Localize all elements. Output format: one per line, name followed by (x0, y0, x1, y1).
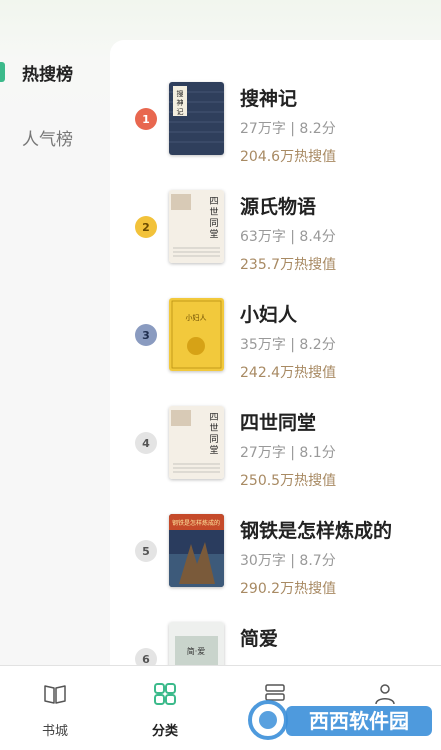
book-meta: 30万字 | 8.7分 (240, 553, 336, 569)
book-meta: 27万字 | 8.1分 (240, 445, 336, 461)
book-title: 搜神记 (240, 88, 298, 110)
tab-bookstore[interactable]: 书城 (0, 666, 110, 750)
rank-badge: 4 (135, 432, 157, 454)
svg-text:世: 世 (209, 206, 218, 218)
book-meta: 27万字 | 8.2分 (240, 121, 336, 137)
book-item[interactable]: 5 钢铁是怎样炼成的 钢铁是怎样炼成的 30万字 | 8.7分 290.2万热搜… (110, 514, 441, 622)
svg-text:堂: 堂 (209, 228, 218, 240)
svg-text:神: 神 (177, 98, 184, 107)
book-cover: 钢铁是怎样炼成的 (169, 514, 224, 587)
book-meta: 63万字 | 8.4分 (240, 229, 336, 245)
svg-text:世: 世 (209, 422, 218, 434)
sidebar-item-label: 人气榜 (22, 129, 73, 150)
sidebar-item-popularity[interactable]: 人气榜 (0, 117, 110, 157)
svg-text:同: 同 (209, 434, 218, 445)
book-item[interactable]: 2 四 世 同 堂 源氏物语 63万字 | 8.4分 235.7万热搜值 (110, 190, 441, 298)
tab-category[interactable]: 分类 (110, 666, 220, 750)
book-cover: 四 世 同 堂 (169, 190, 224, 263)
svg-text:四: 四 (209, 197, 218, 207)
tab-label: 书城 (41, 724, 68, 739)
watermark-logo: 西西软件园 (246, 690, 436, 745)
book-title: 简爱 (240, 628, 279, 650)
svg-text:四: 四 (209, 413, 218, 423)
hot-value: 290.2万热搜值 (240, 581, 337, 597)
rank-badge: 1 (135, 108, 157, 130)
active-indicator (0, 62, 5, 82)
hot-value: 250.5万热搜值 (240, 473, 337, 489)
book-cover: 小妇人 (169, 298, 224, 371)
rank-badge: 3 (135, 324, 157, 346)
hot-value: 204.6万热搜值 (240, 149, 337, 165)
book-item[interactable]: 6 简·爱 简爱 (110, 622, 441, 665)
book-cover: 搜 神 记 (169, 82, 224, 155)
book-cover: 简·爱 (169, 622, 224, 665)
svg-text:搜: 搜 (177, 89, 184, 98)
book-cover: 四 世 同 堂 (169, 406, 224, 479)
book-open-icon (44, 685, 66, 704)
ranking-list: 1 搜 神 记 搜神记 27万字 | 8.2分 204.6万热搜值 2 四 世 … (110, 40, 441, 665)
watermark-text: 西西软件园 (309, 709, 409, 733)
grid-icon (154, 683, 176, 705)
svg-text:堂: 堂 (209, 444, 218, 456)
svg-text:钢铁是怎样炼成的: 钢铁是怎样炼成的 (172, 519, 220, 527)
svg-text:小妇人: 小妇人 (186, 313, 207, 322)
hot-value: 242.4万热搜值 (240, 365, 337, 381)
book-title: 小妇人 (240, 304, 298, 326)
svg-text:简·爱: 简·爱 (187, 646, 206, 656)
book-item[interactable]: 1 搜 神 记 搜神记 27万字 | 8.2分 204.6万热搜值 (110, 82, 441, 190)
sidebar: 热搜榜 人气榜 (0, 0, 110, 665)
book-item[interactable]: 3 小妇人 小妇人 35万字 | 8.2分 242.4万热搜值 (110, 298, 441, 406)
rank-badge: 2 (135, 216, 157, 238)
book-title: 四世同堂 (240, 412, 317, 434)
book-title: 钢铁是怎样炼成的 (240, 520, 393, 542)
svg-text:记: 记 (177, 108, 184, 116)
book-item[interactable]: 4 四 世 同 堂 四世同堂 27万字 | 8.1分 250.5万热搜值 (110, 406, 441, 514)
sidebar-item-label: 热搜榜 (22, 64, 73, 85)
rank-badge: 6 (135, 648, 157, 665)
svg-text:同: 同 (209, 218, 218, 229)
book-meta: 35万字 | 8.2分 (240, 337, 336, 353)
rank-badge: 5 (135, 540, 157, 562)
book-title: 源氏物语 (240, 196, 317, 218)
tab-label: 分类 (151, 724, 178, 739)
sidebar-item-hot-search[interactable]: 热搜榜 (0, 52, 110, 92)
hot-value: 235.7万热搜值 (240, 257, 337, 273)
